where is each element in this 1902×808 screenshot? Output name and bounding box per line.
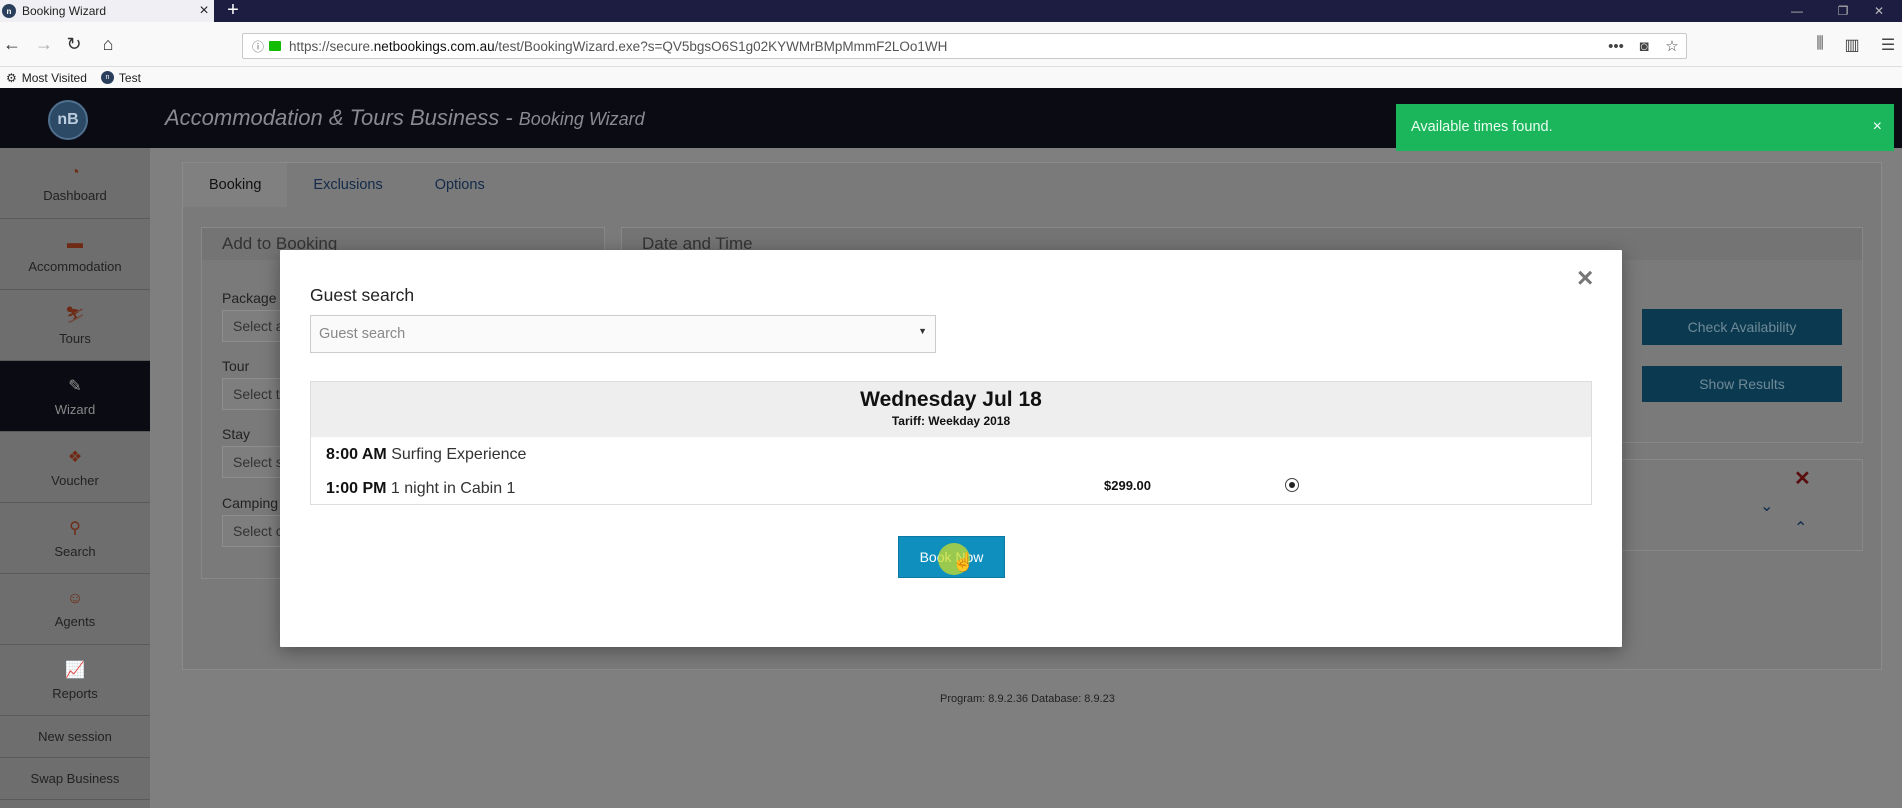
- close-window-icon[interactable]: ✕: [1856, 0, 1902, 22]
- back-icon[interactable]: ←: [0, 32, 24, 56]
- browser-tab[interactable]: n Booking Wizard ×: [0, 0, 214, 22]
- tours-icon: ⛷: [64, 306, 86, 324]
- app-title: Accommodation & Tours Business - Booking…: [165, 105, 645, 130]
- version-text: Program: 8.9.2.36 Database: 8.9.23: [940, 693, 1115, 705]
- sidebar-swap-business[interactable]: Swap Business: [0, 758, 150, 800]
- success-toast: Available times found. ×: [1396, 104, 1894, 151]
- sidebar-toggle-icon[interactable]: ▥: [1838, 35, 1866, 55]
- camping-label: Camping: [222, 495, 279, 511]
- check-availability-button[interactable]: Check Availability: [1642, 309, 1842, 345]
- show-results-button[interactable]: Show Results: [1642, 366, 1842, 402]
- app-subtitle: Booking Wizard: [518, 109, 645, 129]
- tab-exclusions[interactable]: Exclusions: [287, 163, 408, 207]
- toast-close-icon[interactable]: ×: [1873, 118, 1882, 136]
- guest-search-modal: × Guest search Guest search ▼ Wednesday …: [280, 250, 1622, 647]
- guest-search-placeholder: Guest search: [319, 326, 406, 342]
- pocket-icon[interactable]: ◙: [1630, 38, 1658, 55]
- time-row: 8:00 AM Surfing Experience: [326, 446, 527, 463]
- home-icon[interactable]: ⌂: [96, 32, 120, 56]
- dashboard-icon: ◔: [70, 163, 80, 181]
- day-title: Wednesday Jul 18: [860, 388, 1042, 411]
- tab-booking[interactable]: Booking: [183, 163, 288, 207]
- time-row: 1:00 PM 1 night in Cabin 1: [326, 480, 516, 497]
- price-value: $299.00: [1104, 478, 1151, 493]
- modal-title: Guest search: [310, 285, 415, 305]
- bookmark-star-icon[interactable]: ☆: [1658, 37, 1686, 55]
- modal-close-icon[interactable]: ×: [1577, 264, 1593, 292]
- time-select-radio[interactable]: [1285, 478, 1299, 492]
- close-tab-icon[interactable]: ×: [194, 2, 214, 20]
- minimize-icon[interactable]: —: [1774, 0, 1820, 22]
- sidebar-item-agents[interactable]: ☺ Agents: [0, 574, 150, 645]
- sidebar-item-voucher[interactable]: ❖ Voucher: [0, 432, 150, 503]
- wizard-tabs: Booking Exclusions Options: [183, 163, 1881, 207]
- tab-options[interactable]: Options: [409, 163, 511, 207]
- package-label: Package: [222, 290, 277, 306]
- stay-label: Stay: [222, 426, 251, 442]
- sidebar-item-accommodation[interactable]: ▬ Accommodation: [0, 219, 150, 290]
- site-favicon-icon: n: [2, 4, 16, 18]
- agent-icon: ☺: [66, 589, 84, 607]
- browser-tab-title: Booking Wizard: [22, 4, 107, 18]
- bookmark-test[interactable]: n Test: [100, 71, 141, 85]
- remove-icon[interactable]: ✕: [1794, 466, 1811, 491]
- site-favicon-icon: n: [100, 71, 114, 84]
- sidebar: ◔ Dashboard ▬ Accommodation ⛷ Tours ✎ Wi…: [0, 148, 150, 808]
- caret-down-icon: ▼: [918, 326, 927, 336]
- gear-icon: ⚙: [6, 70, 17, 85]
- bookmark-most-visited[interactable]: ⚙ Most Visited: [6, 71, 87, 85]
- sidebar-new-session[interactable]: New session: [0, 716, 150, 758]
- toast-message: Available times found.: [1411, 119, 1553, 135]
- tariff-label: Tariff: Weekday 2018: [891, 414, 1011, 428]
- sidebar-item-wizard[interactable]: ✎ Wizard: [0, 361, 150, 432]
- app-logo[interactable]: nB: [48, 100, 88, 140]
- hand-cursor-icon: ☝: [952, 552, 975, 572]
- page-actions-icon[interactable]: •••: [1602, 38, 1630, 55]
- chart-icon: 📈: [65, 661, 85, 679]
- sidebar-item-search[interactable]: ⚲ Search: [0, 503, 150, 574]
- library-icon[interactable]: ⫼: [1806, 35, 1834, 53]
- chevron-down-icon[interactable]: ⌄: [1760, 496, 1773, 516]
- url-bar[interactable]: ⓘ https://secure.netbookings.com.au/test…: [242, 33, 1687, 59]
- info-icon[interactable]: ⓘ: [247, 38, 269, 55]
- wand-icon: ✎: [68, 377, 82, 395]
- forward-icon[interactable]: →: [32, 32, 56, 56]
- url-text[interactable]: https://secure.netbookings.com.au/test/B…: [289, 39, 1602, 54]
- bed-icon: ▬: [67, 234, 83, 252]
- lock-icon: [269, 41, 281, 51]
- sidebar-item-tours[interactable]: ⛷ Tours: [0, 290, 150, 361]
- day-header: Wednesday Jul 18 Tariff: Weekday 2018: [311, 382, 1591, 437]
- gift-icon: ❖: [67, 448, 83, 466]
- sidebar-item-dashboard[interactable]: ◔ Dashboard: [0, 148, 150, 219]
- sidebar-item-reports[interactable]: 📈 Reports: [0, 645, 150, 716]
- chevron-up-icon[interactable]: ⌃: [1794, 518, 1807, 538]
- menu-icon[interactable]: ☰: [1874, 35, 1902, 55]
- guest-search-select[interactable]: Guest search ▼: [310, 315, 936, 353]
- tour-label: Tour: [222, 358, 250, 374]
- search-icon: ⚲: [69, 519, 81, 537]
- reload-icon[interactable]: ↻: [62, 32, 86, 56]
- bookmarks-bar: ⚙ Most Visited n Test: [0, 67, 1902, 88]
- browser-navbar: ← → ↻ ⌂ ⓘ https://secure.netbookings.com…: [0, 22, 1902, 67]
- new-tab-icon[interactable]: +: [222, 0, 244, 22]
- browser-tabbar: n Booking Wizard × + — ❐ ✕: [0, 0, 1902, 22]
- available-times-table: Wednesday Jul 18 Tariff: Weekday 2018 8:…: [310, 381, 1592, 505]
